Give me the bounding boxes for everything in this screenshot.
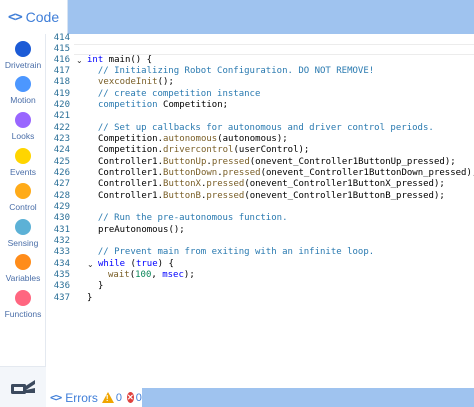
line-number: 415	[53, 44, 70, 54]
line-number: 419	[53, 89, 70, 99]
code-line-433: // Prevent main from exiting with an inf…	[87, 247, 375, 257]
category-label: Drivetrain	[4, 60, 42, 70]
category-sidebar: Drivetrain Motion Looks Events Control S…	[0, 34, 46, 366]
code-line-417: // Initializing Robot Configuration. DO …	[87, 66, 375, 76]
code-line-428: Controller1.ButtonB.pressed(onevent_Cont…	[98, 191, 445, 201]
line-number: 428	[53, 191, 70, 201]
category-motion[interactable]: Motion	[0, 76, 46, 105]
code-line-419: // create competition instance	[87, 89, 261, 99]
control-dot-icon	[15, 183, 31, 199]
sensing-dot-icon	[15, 219, 31, 235]
code-line-418: vexcodeInit();	[98, 77, 174, 87]
line-number: 435	[53, 270, 70, 280]
line-number: 426	[53, 168, 70, 178]
fold-arrow-icon[interactable]: ⌄	[76, 56, 84, 65]
variables-dot-icon	[15, 254, 31, 270]
code-line-435: wait(100, msec);	[108, 270, 195, 280]
code-line-420: competition Competition;	[98, 100, 229, 110]
line-number-gutter: 414 415 416 417 418 419 420 421 422 423 …	[46, 33, 74, 366]
functions-dot-icon	[15, 290, 31, 306]
code-line-423: Competition.autonomous(autonomous);	[98, 134, 288, 144]
line-number: 417	[53, 66, 70, 76]
status-bar: <> Errors ! 0 ✕ 0	[46, 388, 474, 407]
code-brackets-icon: <>	[8, 9, 23, 25]
category-label: Control	[9, 202, 37, 212]
top-bar	[0, 0, 474, 34]
category-label: Events	[10, 167, 36, 177]
line-number: 427	[53, 179, 70, 189]
code-line-427: Controller1.ButtonX.pressed(onevent_Cont…	[98, 179, 445, 189]
category-looks[interactable]: Looks	[0, 112, 46, 141]
errors-tab[interactable]: <> Errors ! 0 ✕ 0	[46, 388, 142, 407]
warning-count: 0	[115, 391, 123, 404]
looks-dot-icon	[15, 112, 31, 128]
line-number: 437	[53, 293, 70, 303]
devices-icon	[11, 380, 35, 394]
current-line-highlight	[74, 44, 474, 55]
category-label: Looks	[11, 131, 35, 141]
line-number: 434	[53, 259, 70, 269]
code-line-431: preAutonomous();	[98, 225, 185, 235]
line-number: 416	[53, 55, 70, 65]
line-number: 414	[53, 33, 70, 43]
line-number: 420	[53, 100, 70, 110]
tab-code[interactable]: <> Code	[0, 0, 68, 34]
line-number: 429	[53, 202, 70, 212]
events-dot-icon	[15, 148, 31, 164]
category-label: Motion	[10, 95, 36, 105]
drivetrain-dot-icon	[15, 41, 31, 57]
category-control[interactable]: Control	[0, 183, 46, 212]
tab-code-label: Code	[25, 9, 60, 25]
code-editor[interactable]: ⌄ int main() { // Initializing Robot Con…	[74, 34, 474, 366]
code-line-430: // Run the pre-autonomous function.	[87, 213, 288, 223]
line-number: 436	[53, 281, 70, 291]
category-label: Sensing	[7, 238, 39, 248]
category-variables[interactable]: Variables	[0, 254, 46, 283]
line-number: 422	[53, 123, 70, 133]
code-line-416: int main() {	[87, 55, 153, 65]
line-number: 421	[53, 111, 70, 121]
line-number: 432	[53, 236, 70, 246]
category-events[interactable]: Events	[0, 148, 46, 177]
devices-button[interactable]	[0, 366, 46, 407]
errors-label: Errors	[65, 390, 98, 405]
fold-arrow-icon[interactable]: ⌄	[87, 260, 95, 269]
category-drivetrain[interactable]: Drivetrain	[0, 41, 46, 70]
error-count: 0	[135, 391, 142, 404]
line-number: 433	[53, 247, 70, 257]
code-line-424: Competition.drivercontrol(userControl);	[98, 145, 310, 155]
category-functions[interactable]: Functions	[0, 290, 46, 319]
code-line-436: }	[98, 281, 104, 291]
category-label: Functions	[4, 309, 42, 319]
code-line-437: }	[87, 293, 93, 303]
line-number: 418	[53, 77, 70, 87]
code-line-434: while (true) {	[98, 259, 174, 269]
code-line-425: Controller1.ButtonUp.pressed(onevent_Con…	[98, 157, 456, 167]
motion-dot-icon	[15, 76, 31, 92]
error-icon: ✕	[127, 392, 134, 403]
line-number: 424	[53, 145, 70, 155]
category-sensing[interactable]: Sensing	[0, 219, 46, 248]
code-brackets-icon: <>	[50, 391, 62, 404]
line-number: 430	[53, 213, 70, 223]
line-number: 423	[53, 134, 70, 144]
code-line-422: // Set up callbacks for autonomous and d…	[87, 123, 434, 133]
line-number: 425	[53, 157, 70, 167]
code-line-426: Controller1.ButtonDown.pressed(onevent_C…	[98, 168, 474, 178]
category-label: Variables	[5, 273, 41, 283]
warning-icon: !	[101, 392, 114, 403]
line-number: 431	[53, 225, 70, 235]
